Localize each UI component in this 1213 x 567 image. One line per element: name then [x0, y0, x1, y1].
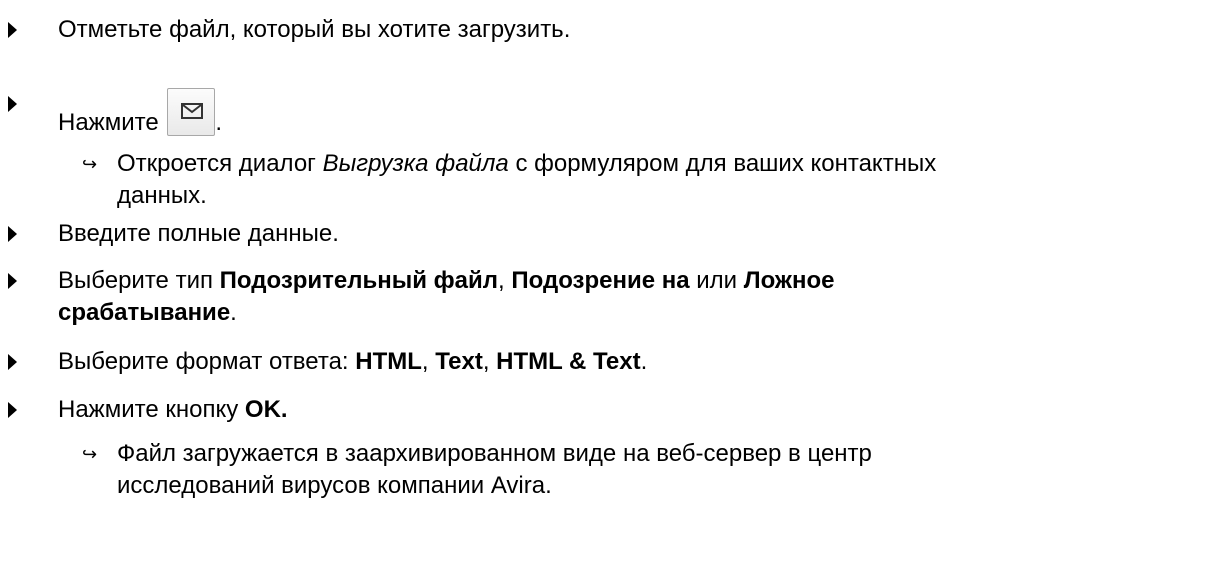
send-file-button-icon	[167, 88, 216, 136]
ok-button-label: OK.	[244, 396, 288, 423]
step-text-part: ,	[498, 267, 512, 294]
option-suspected: Подозрение на	[511, 267, 690, 294]
step-text-part: .	[230, 299, 237, 326]
step-text-part: .	[640, 348, 648, 375]
result-text-part: исследований вирусов компании Avira.	[117, 472, 552, 499]
result-text: Файл загружается в заархивированном виде…	[117, 438, 1203, 502]
step-text: Введите полные данные.	[58, 220, 339, 247]
step-text-after: .	[215, 109, 223, 136]
result-arrow-icon: ↪	[82, 444, 98, 464]
result-text-part: Файл загружается в заархивированном виде…	[117, 440, 872, 467]
step-text-part: Выберите формат ответа:	[58, 348, 356, 375]
option-false-positive-cont: срабатывание	[58, 299, 231, 326]
step-text: Выберите формат ответа: HTML, Text, HTML…	[58, 346, 1203, 378]
step-text: Выберите тип Подозрительный файл, Подозр…	[58, 265, 1203, 329]
step-text-part: ,	[482, 348, 497, 375]
option-suspicious-file: Подозрительный файл	[219, 267, 499, 294]
result-text-part: Откроется диалог	[117, 150, 323, 177]
bullet-triangle-icon	[8, 273, 17, 289]
format-html: HTML	[355, 348, 422, 375]
bullet-triangle-icon	[8, 402, 17, 418]
result-arrow-icon: ↪	[82, 154, 98, 174]
result-text: Откроется диалог Выгрузка файла с формул…	[117, 148, 1203, 212]
step-text-part: ,	[421, 348, 436, 375]
step-text-part: Нажмите кнопку	[58, 396, 245, 423]
bullet-triangle-icon	[8, 226, 17, 242]
step-text: Отметьте файл, который вы хотите загрузи…	[58, 16, 571, 43]
format-text: Text	[435, 348, 483, 375]
step-text: Нажмите .	[58, 88, 1203, 139]
step-text-part: Выберите тип	[58, 267, 220, 294]
bullet-triangle-icon	[8, 354, 17, 370]
option-false-positive: Ложное	[743, 267, 835, 294]
result-text-part: данных.	[117, 182, 207, 209]
step-text: Нажмите кнопку OK.	[58, 394, 1203, 426]
step-text-part: или	[689, 267, 744, 294]
bullet-triangle-icon	[8, 22, 17, 38]
bullet-triangle-icon	[8, 96, 17, 112]
result-text-part: с формуляром для ваших контактных	[508, 150, 937, 177]
mail-envelope-icon	[181, 103, 204, 119]
dialog-name: Выгрузка файла	[322, 150, 509, 177]
step-text-before: Нажмите	[58, 109, 159, 136]
format-html-text: HTML & Text	[496, 348, 641, 375]
